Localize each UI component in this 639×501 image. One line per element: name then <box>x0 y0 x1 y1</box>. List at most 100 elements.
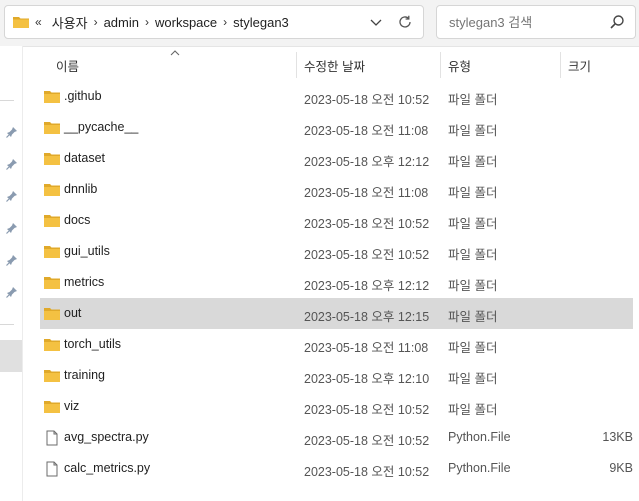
file-type: 파일 폴더 <box>448 248 498 262</box>
folder-icon <box>44 308 60 320</box>
file-row[interactable]: calc_metrics.py 2023-05-18 오전 10:52 Python… <box>40 453 633 484</box>
file-type: Python.File <box>448 461 511 475</box>
address-bar[interactable]: « 사용자 › admin › workspace › stylegan3 <box>4 5 424 39</box>
refresh-icon[interactable] <box>397 14 413 30</box>
column-header-name[interactable]: 이름 <box>56 56 79 75</box>
nav-selected-item[interactable] <box>0 340 22 372</box>
overflow-chevron-icon[interactable]: « <box>35 15 42 29</box>
folder-icon <box>44 153 60 165</box>
file-type: 파일 폴더 <box>448 155 498 169</box>
folder-icon <box>44 246 60 258</box>
file-row[interactable]: dataset 2023-05-18 오후 12:12 파일 폴더 <box>40 143 633 174</box>
nav-divider <box>0 100 14 101</box>
file-name: gui_utils <box>64 244 110 258</box>
navigation-pane <box>0 46 23 501</box>
file-name: out <box>64 306 82 320</box>
file-date: 2023-05-18 오전 10:52 <box>304 465 430 479</box>
file-type: 파일 폴더 <box>448 372 498 386</box>
title-bar: « 사용자 › admin › workspace › stylegan3 <box>0 0 639 47</box>
breadcrumb-separator: › <box>93 15 98 29</box>
folder-icon <box>44 91 60 103</box>
file-date: 2023-05-18 오전 11:08 <box>304 186 429 200</box>
file-name: avg_spectra.py <box>64 430 149 444</box>
search-input[interactable] <box>447 14 601 31</box>
breadcrumb-workspace[interactable]: workspace <box>155 15 217 30</box>
column-divider[interactable] <box>560 52 561 78</box>
file-name: training <box>64 368 105 382</box>
file-row[interactable]: .github 2023-05-18 오전 10:52 파일 폴더 <box>40 81 633 112</box>
breadcrumb-users[interactable]: 사용자 <box>52 13 88 32</box>
folder-icon <box>13 17 29 28</box>
file-name: dataset <box>64 151 106 165</box>
file-date: 2023-05-18 오전 10:52 <box>304 403 430 417</box>
search-box[interactable] <box>436 5 636 39</box>
pin-icon[interactable] <box>6 286 18 298</box>
folder-icon <box>44 370 60 382</box>
file-size: 13KB <box>602 430 633 444</box>
file-name: metrics <box>64 275 105 289</box>
file-type: 파일 폴더 <box>448 217 498 231</box>
file-row[interactable]: out 2023-05-18 오후 12:15 파일 폴더 <box>40 298 633 329</box>
folder-icon <box>44 184 60 196</box>
file-date: 2023-05-18 오후 12:12 <box>304 155 430 169</box>
file-row[interactable]: metrics 2023-05-18 오후 12:12 파일 폴더 <box>40 267 633 298</box>
file-name: .github <box>64 89 102 103</box>
sort-ascending-icon <box>170 50 180 56</box>
folder-icon <box>44 277 60 289</box>
folder-icon <box>44 401 60 413</box>
pin-icon[interactable] <box>6 254 18 266</box>
folder-icon <box>44 215 60 227</box>
column-header: 이름 수정한 날짜 유형 크기 <box>22 46 639 80</box>
file-date: 2023-05-18 오후 12:10 <box>304 372 430 386</box>
search-icon[interactable] <box>609 14 625 30</box>
file-type: 파일 폴더 <box>448 279 498 293</box>
file-row[interactable]: torch_utils 2023-05-18 오전 11:08 파일 폴더 <box>40 329 633 360</box>
file-type: 파일 폴더 <box>448 341 498 355</box>
file-date: 2023-05-18 오전 11:08 <box>304 124 429 138</box>
file-row[interactable]: avg_spectra.py 2023-05-18 오전 10:52 Python.… <box>40 422 633 453</box>
file-icon <box>46 430 58 446</box>
file-type: 파일 폴더 <box>448 186 498 200</box>
file-date: 2023-05-18 오전 10:52 <box>304 217 430 231</box>
file-type: Python.File <box>448 430 511 444</box>
file-type: 파일 폴더 <box>448 124 498 138</box>
file-type: 파일 폴더 <box>448 93 498 107</box>
file-row[interactable]: __pycache__ 2023-05-18 오전 11:08 파일 폴더 <box>40 112 633 143</box>
file-date: 2023-05-18 오전 11:08 <box>304 341 429 355</box>
file-name: torch_utils <box>64 337 121 351</box>
column-header-type[interactable]: 유형 <box>448 56 471 75</box>
file-type: 파일 폴더 <box>448 310 498 324</box>
breadcrumb-stylegan3[interactable]: stylegan3 <box>233 15 289 30</box>
file-date: 2023-05-18 오전 10:52 <box>304 434 430 448</box>
file-row[interactable]: gui_utils 2023-05-18 오전 10:52 파일 폴더 <box>40 236 633 267</box>
chevron-down-icon[interactable] <box>369 15 383 29</box>
file-type: 파일 폴더 <box>448 403 498 417</box>
file-icon <box>46 461 58 477</box>
pin-icon[interactable] <box>6 222 18 234</box>
column-header-date[interactable]: 수정한 날짜 <box>304 56 365 75</box>
file-name: dnnlib <box>64 182 98 196</box>
file-row[interactable]: training 2023-05-18 오후 12:10 파일 폴더 <box>40 360 633 391</box>
file-name: docs <box>64 213 91 227</box>
column-divider[interactable] <box>440 52 441 78</box>
file-row[interactable]: viz 2023-05-18 오전 10:52 파일 폴더 <box>40 391 633 422</box>
pin-icon[interactable] <box>6 190 18 202</box>
file-row[interactable]: docs 2023-05-18 오전 10:52 파일 폴더 <box>40 205 633 236</box>
file-date: 2023-05-18 오후 12:12 <box>304 279 430 293</box>
folder-icon <box>44 122 60 134</box>
column-divider[interactable] <box>296 52 297 78</box>
pin-icon[interactable] <box>6 126 18 138</box>
file-date: 2023-05-18 오전 10:52 <box>304 248 430 262</box>
breadcrumb-separator: › <box>145 15 149 29</box>
pin-icon[interactable] <box>6 158 18 170</box>
file-size: 9KB <box>609 461 633 475</box>
breadcrumb-admin[interactable]: admin <box>104 15 139 30</box>
nav-divider <box>0 324 14 325</box>
column-header-size[interactable]: 크기 <box>568 56 591 75</box>
file-date: 2023-05-18 오전 10:52 <box>304 93 430 107</box>
file-name: __pycache__ <box>64 120 139 134</box>
folder-icon <box>44 339 60 351</box>
file-date: 2023-05-18 오후 12:15 <box>304 310 430 324</box>
file-row[interactable]: dnnlib 2023-05-18 오전 11:08 파일 폴더 <box>40 174 633 205</box>
breadcrumb-separator: › <box>223 15 228 29</box>
